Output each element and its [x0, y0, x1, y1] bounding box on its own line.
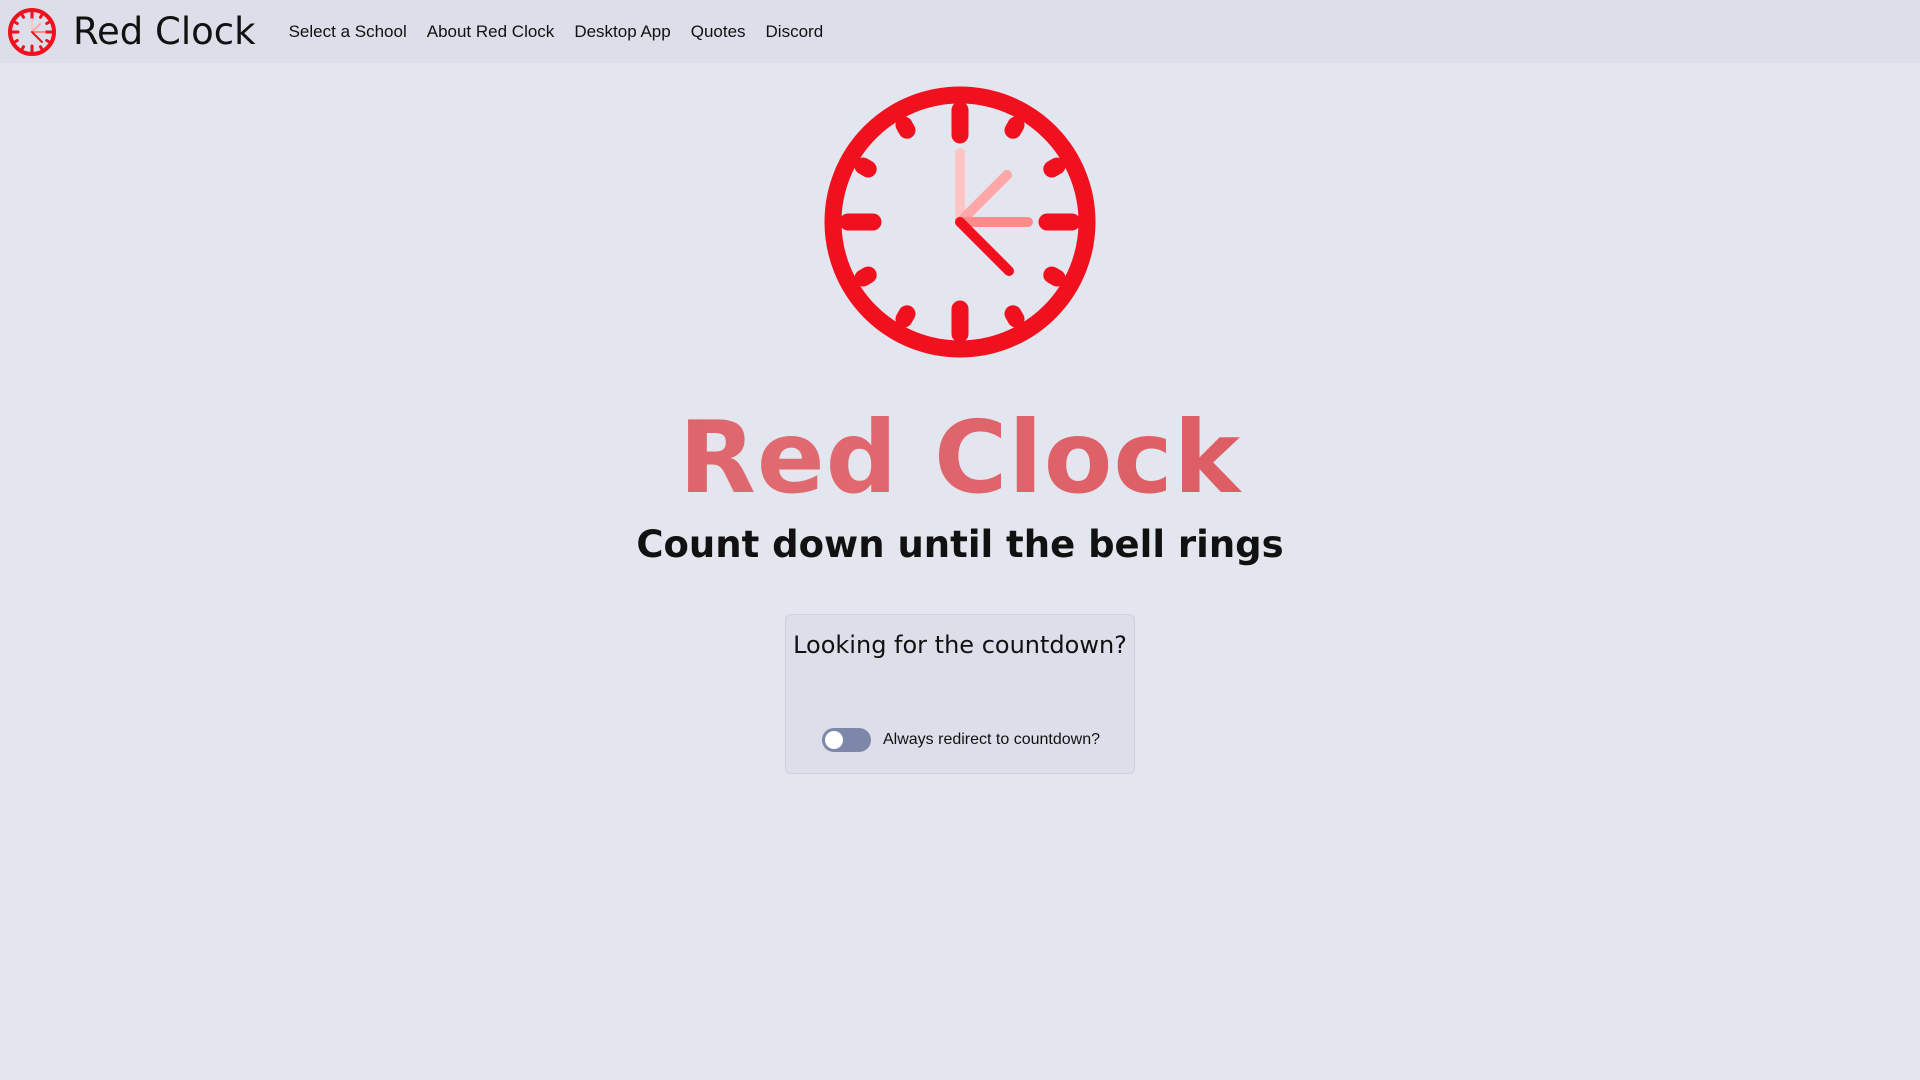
redirect-toggle[interactable] — [822, 728, 871, 752]
red-clock-icon — [8, 7, 56, 56]
nav-link-desktop-app[interactable]: Desktop App — [574, 22, 670, 42]
redirect-toggle-row: Always redirect to countdown? — [822, 728, 1100, 752]
redirect-toggle-label[interactable]: Always redirect to countdown? — [883, 731, 1100, 749]
hero-subtitle: Count down until the bell rings — [636, 523, 1284, 566]
countdown-card: Looking for the countdown? Always redire… — [785, 614, 1135, 774]
brand-name: Red Clock — [73, 10, 256, 53]
red-clock-icon — [824, 86, 1096, 358]
nav-link-about[interactable]: About Red Clock — [427, 22, 555, 42]
nav-links: Select a School About Red Clock Desktop … — [289, 22, 844, 42]
nav-link-quotes[interactable]: Quotes — [691, 22, 746, 42]
nav-link-discord[interactable]: Discord — [766, 22, 824, 42]
toggle-knob — [825, 731, 843, 749]
card-title: Looking for the countdown? — [793, 631, 1127, 659]
top-navbar: Red Clock Select a School About Red Cloc… — [0, 0, 1920, 63]
nav-link-select-school[interactable]: Select a School — [289, 22, 407, 42]
hero-title: Red Clock — [0, 398, 1920, 518]
brand-link[interactable]: Red Clock — [7, 7, 256, 57]
